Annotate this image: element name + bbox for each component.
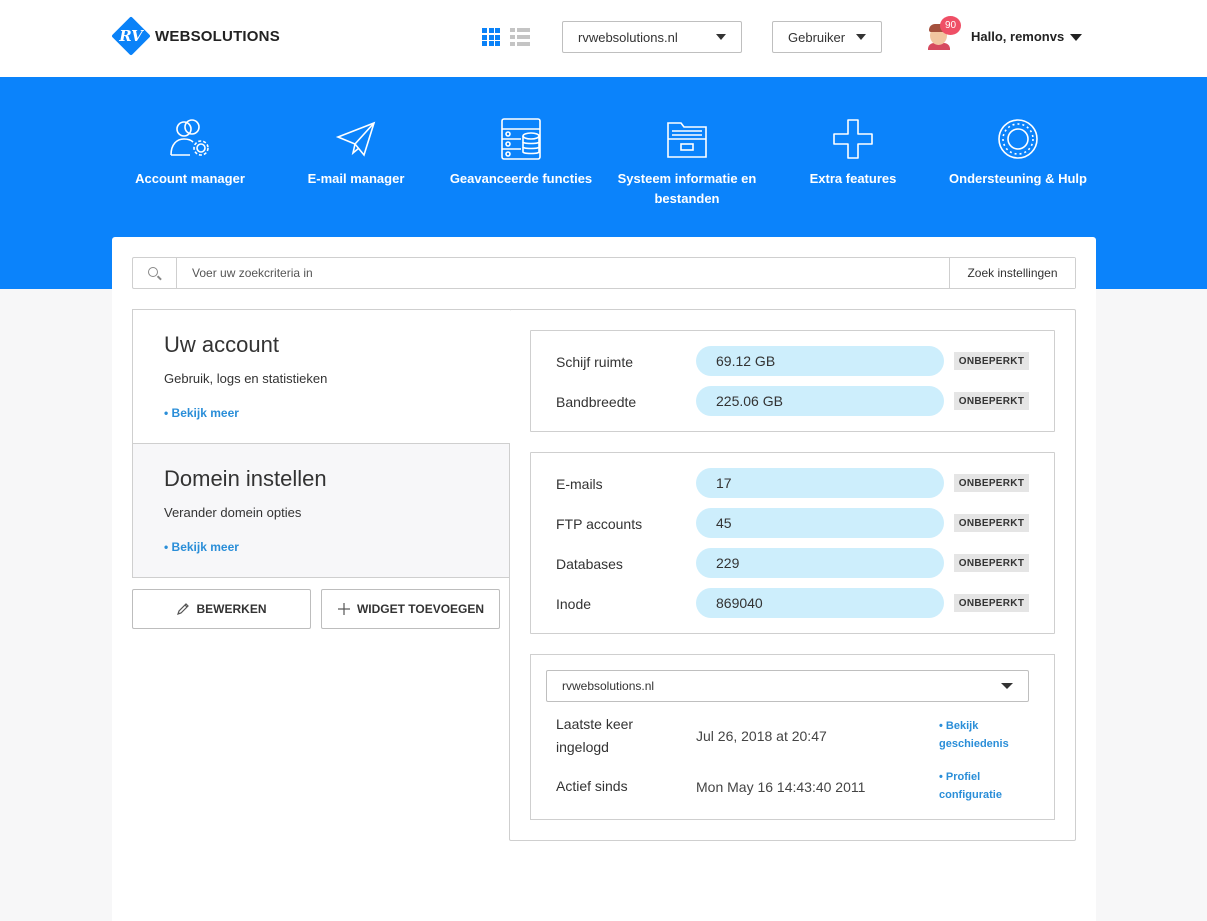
usage-label: Inode [556,596,592,612]
nav-label: Ondersteuning & Hulp [949,171,1087,186]
plus-icon [337,603,350,615]
usage-value: 17 [696,468,944,498]
login-info: rvwebsolutions.nl Laatste keer ingelogd … [530,654,1055,820]
usage-limit-badge: ONBEPERKT [954,594,1029,612]
nav-label: Systeem informatie en bestanden [617,171,757,206]
usage-limit-badge: ONBEPERKT [954,352,1029,370]
account-manager-icon [170,119,209,156]
usage-label: Schijf ruimte [556,354,634,370]
top-bar: RV WEBSOLUTIONS rvwebsolutions.nl Gebrui… [0,0,1207,77]
usage-value: 869040 [696,588,944,618]
usage-label: FTP accounts [556,516,643,532]
usage-value: 229 [696,548,944,578]
search-settings-button[interactable]: Zoek instellingen [949,258,1075,288]
paper-plane-icon [335,121,376,157]
logo-mark: RV [111,16,151,56]
domain-select-value: rvwebsolutions.nl [578,29,678,45]
notification-badge[interactable]: 90 [940,16,961,35]
logo[interactable]: RV WEBSOLUTIONS [111,16,280,56]
widget-title: Domein instellen [164,466,327,491]
nav-label: Geavanceerde functies [449,171,593,186]
usage-limit-badge: ONBEPERKT [954,474,1029,492]
nav-system-info[interactable]: Systeem informatie en bestanden [607,117,767,209]
usage-primary: Schijf ruimte 69.12 GB ONBEPERKT Bandbre… [530,330,1055,432]
view-history-link[interactable]: • Bekijk geschiedenis [939,717,1029,753]
nav-support[interactable]: Ondersteuning & Hulp [938,117,1098,189]
search-icon[interactable] [133,258,177,288]
login-domain-value: rvwebsolutions.nl [562,679,655,693]
widget-title: Uw account [164,332,279,357]
widget-domain: Domein instellen Verander domein opties … [132,443,510,578]
logo-text: WEBSOLUTIONS [155,27,280,45]
nav-extra-features[interactable]: Extra features [773,117,933,189]
usage-limit-badge: ONBEPERKT [954,554,1029,572]
login-domain-select[interactable]: rvwebsolutions.nl [546,670,1029,702]
search-input[interactable] [178,258,950,288]
usage-row: Bandbreedte 225.06 GB ONBEPERKT [531,386,1054,416]
usage-limit-badge: ONBEPERKT [954,514,1029,532]
domain-select[interactable]: rvwebsolutions.nl [562,21,742,53]
widget-account: Uw account Gebruik, logs en statistieken… [132,309,510,444]
last-login-label: Laatste keer ingelogd [556,716,634,755]
list-view-icon[interactable] [510,28,530,46]
chevron-down-icon [856,34,866,40]
lifebuoy-icon [998,119,1038,159]
active-since-value: Mon May 16 14:43:40 2011 [696,779,866,795]
role-select-value: Gebruiker [788,29,846,45]
widget-view-more-link[interactable]: • Bekijk meer [164,540,239,554]
nav-label: Extra features [809,171,897,186]
widget-subtitle: Verander domein opties [164,505,302,520]
widget-subtitle: Gebruik, logs en statistieken [164,371,328,386]
chevron-down-icon [1001,683,1013,689]
usage-row: Inode 869040 ONBEPERKT [531,588,1054,618]
profile-config-link[interactable]: • Profiel configuratie [939,768,1029,804]
widget-view-more-link[interactable]: • Bekijk meer [164,406,239,420]
server-icon [501,118,541,160]
usage-row: FTP accounts 45 ONBEPERKT [531,508,1054,538]
usage-value: 225.06 GB [696,386,944,416]
folder-icon [667,122,707,158]
usage-row: E-mails 17 ONBEPERKT [531,468,1054,498]
nav-account-manager[interactable]: Account manager [110,117,270,189]
usage-label: Bandbreedte [556,394,637,410]
pencil-icon [177,603,190,615]
search-bar: Zoek instellingen [132,257,1076,289]
role-select[interactable]: Gebruiker [772,21,882,53]
user-menu-chevron-icon[interactable] [1070,34,1082,41]
add-widget-button[interactable]: WIDGET TOEVOEGEN [321,589,500,629]
usage-value: 69.12 GB [696,346,944,376]
grid-view-icon[interactable] [482,28,500,46]
usage-label: Databases [556,556,623,572]
usage-row: Schijf ruimte 69.12 GB ONBEPERKT [531,346,1054,376]
last-login-value: Jul 26, 2018 at 20:47 [696,728,827,744]
nav-email-manager[interactable]: E-mail manager [276,117,436,189]
nav-label: Account manager [135,171,245,186]
nav-advanced-functions[interactable]: Geavanceerde functies [441,117,601,189]
usage-value: 45 [696,508,944,538]
chevron-down-icon [716,34,726,40]
nav-label: E-mail manager [307,171,405,186]
user-greeting[interactable]: Hallo, remonvs [971,29,1064,44]
usage-secondary: E-mails 17 ONBEPERKT FTP accounts 45 ONB… [530,452,1055,634]
active-since-label: Actief sinds [556,778,628,794]
edit-button[interactable]: BEWERKEN [132,589,311,629]
usage-row: Databases 229 ONBEPERKT [531,548,1054,578]
usage-limit-badge: ONBEPERKT [954,392,1029,410]
plus-icon [833,119,873,159]
usage-label: E-mails [556,476,603,492]
